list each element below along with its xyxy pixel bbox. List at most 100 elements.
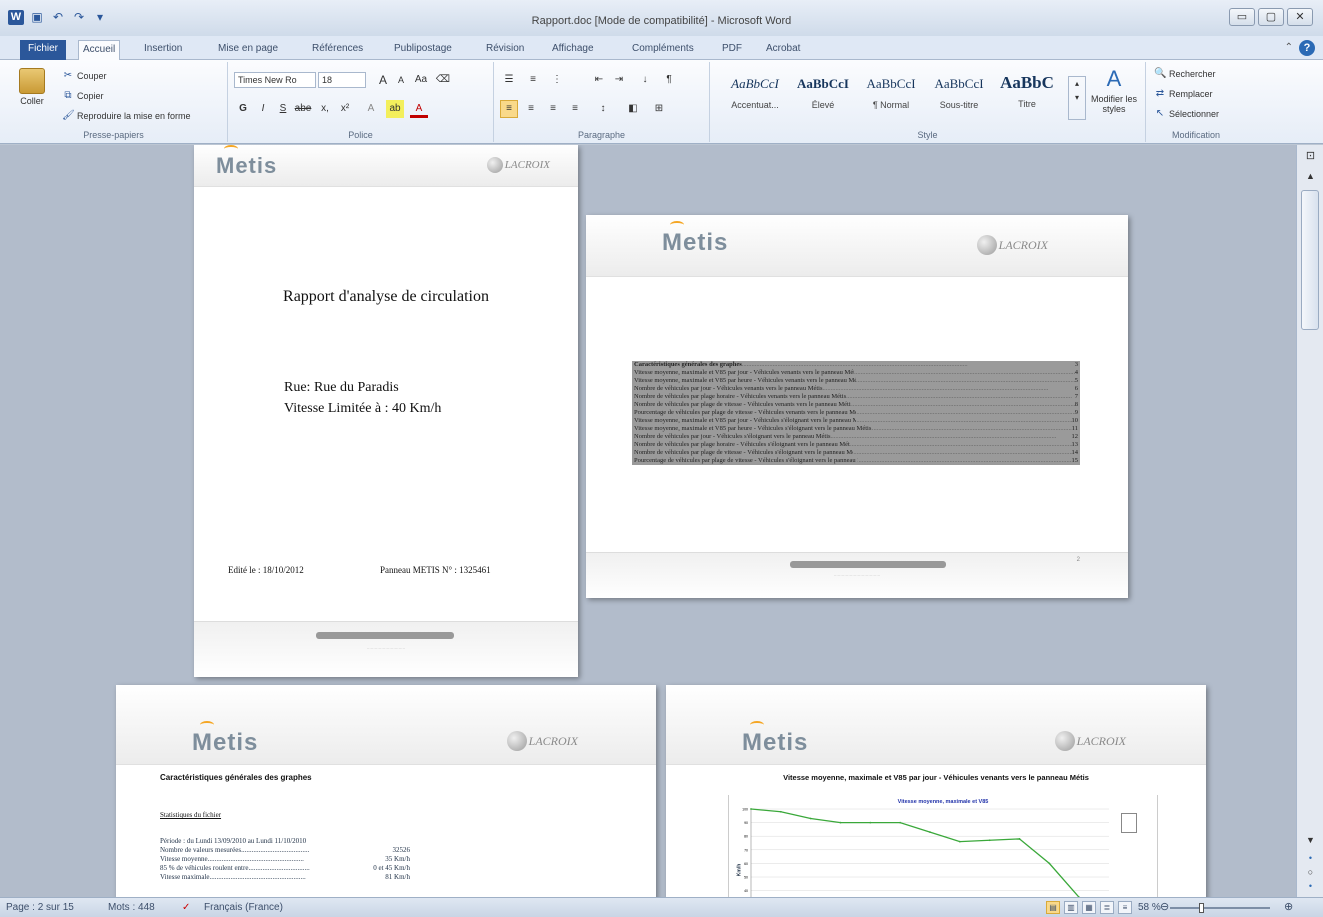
scroll-down-arrow[interactable]: ▼ [1297, 835, 1323, 845]
borders-icon[interactable]: ⊞ [650, 100, 668, 118]
text-effects-button[interactable]: A [362, 100, 380, 118]
zoom-out-icon[interactable]: ⊖ [1160, 900, 1169, 913]
tab-mailings[interactable]: Publipostage [390, 40, 456, 60]
zoom-slider[interactable] [1170, 903, 1270, 913]
tab-review[interactable]: Révision [482, 40, 528, 60]
help-icon[interactable]: ? [1299, 40, 1315, 56]
show-marks-icon[interactable]: ¶ [660, 71, 678, 89]
toc-entry[interactable]: Nombre de véhicules par jour - Véhicules… [632, 385, 1080, 393]
subscript-button[interactable]: x, [316, 100, 334, 118]
lacroix-logo: LACROIX [486, 157, 550, 173]
proofing-icon[interactable]: ✓ [182, 902, 190, 913]
grow-font-button[interactable]: A [374, 71, 392, 89]
zoom-slider-knob[interactable] [1198, 903, 1204, 913]
style-normal[interactable]: AaBbCcI ¶ Normal [858, 70, 924, 118]
italic-button[interactable]: I [254, 100, 272, 118]
web-layout-view-icon[interactable]: ▦ [1082, 901, 1096, 914]
tab-page-layout[interactable]: Mise en page [214, 40, 282, 60]
toc-entry[interactable]: Nombre de véhicules par jour - Véhicules… [632, 433, 1080, 441]
previous-page-icon[interactable]: • [1297, 853, 1323, 863]
change-styles-button[interactable]: A Modifier les styles [1086, 66, 1142, 114]
font-name-dropdown[interactable]: Times New Ro [234, 72, 316, 88]
align-center-icon[interactable]: ≡ [522, 100, 540, 118]
next-page-icon[interactable]: • [1297, 881, 1323, 891]
word-count[interactable]: Mots : 448 [108, 902, 155, 913]
page-3[interactable]: Metis LACROIX Caractéristiques générales… [116, 685, 656, 897]
numbering-icon[interactable]: ≡ [524, 71, 542, 89]
toc-entry[interactable]: Vitesse moyenne, maximale et V85 par heu… [632, 377, 1080, 385]
minimize-button[interactable]: ▭ [1229, 8, 1255, 26]
underline-button[interactable]: S [274, 100, 292, 118]
toc-entry[interactable]: Caractéristiques générales des graphes..… [632, 361, 1080, 369]
shrink-font-button[interactable]: A [392, 71, 410, 89]
toc-entry[interactable]: Vitesse moyenne, maximale et V85 par heu… [632, 425, 1080, 433]
tab-file[interactable]: Fichier [20, 40, 67, 60]
toc-entry[interactable]: Vitesse moyenne, maximale et V85 par jou… [632, 369, 1080, 377]
style-subtitle[interactable]: AaBbCcI Sous-titre [926, 70, 992, 118]
paste-button[interactable]: Coller [12, 68, 52, 106]
font-size-dropdown[interactable]: 18 [318, 72, 366, 88]
strikethrough-button[interactable]: abe [294, 100, 312, 118]
font-color-button[interactable]: A [410, 100, 428, 118]
style-eleve[interactable]: AaBbCcI Élevé [790, 70, 856, 118]
cut-button[interactable]: ✂ Couper [62, 70, 107, 82]
toc-entry[interactable]: Nombre de véhicules par plage de vitesse… [632, 401, 1080, 409]
replace-button[interactable]: ⇄ Remplacer [1154, 88, 1213, 100]
page-1[interactable]: Metis LACROIX Rapport d'analyse de circu… [194, 145, 578, 677]
style-accentuation[interactable]: AaBbCcI Accentuat... [722, 70, 788, 118]
line-spacing-icon[interactable]: ↕ [594, 100, 612, 118]
toc-entry[interactable]: Nombre de véhicules par plage horaire - … [632, 441, 1080, 449]
zoom-in-icon[interactable]: ⊕ [1284, 900, 1293, 913]
change-case-button[interactable]: Aa [412, 71, 430, 89]
toc-entry[interactable]: Nombre de véhicules par plage horaire - … [632, 393, 1080, 401]
browse-object-icon[interactable]: ○ [1297, 867, 1323, 877]
style-title[interactable]: AaBbC Titre [994, 70, 1060, 118]
toc-entry[interactable]: Vitesse moyenne, maximale et V85 par jou… [632, 417, 1080, 425]
toc-entry[interactable]: Pourcentage de véhicules par plage de vi… [632, 409, 1080, 417]
vertical-scrollbar[interactable]: ⊡ ▲ ▼ • ○ • [1296, 145, 1323, 897]
justify-icon[interactable]: ≡ [566, 100, 584, 118]
tab-home[interactable]: Accueil [78, 40, 121, 61]
page-4[interactable]: Metis LACROIX Vitesse moyenne, maximale … [666, 685, 1206, 897]
bold-button[interactable]: G [234, 100, 252, 118]
highlight-button[interactable]: ab [386, 100, 404, 118]
decrease-indent-icon[interactable]: ⇤ [590, 71, 608, 89]
sort-icon[interactable]: ↓ [636, 71, 654, 89]
scroll-thumb[interactable] [1301, 190, 1319, 330]
language[interactable]: Français (France) [204, 902, 283, 913]
copy-button[interactable]: ⧉ Copier [62, 90, 103, 102]
tab-insert[interactable]: Insertion [140, 40, 186, 60]
page-count[interactable]: Page : 2 sur 15 [6, 902, 74, 913]
tab-acrobat[interactable]: Acrobat [762, 40, 804, 60]
select-button[interactable]: ↖ Sélectionner [1154, 108, 1219, 120]
multilevel-list-icon[interactable]: ⋮ [548, 71, 566, 89]
maximize-button[interactable]: ▢ [1258, 8, 1284, 26]
align-left-icon[interactable]: ≡ [500, 100, 518, 118]
bullets-icon[interactable]: ☰ [500, 71, 518, 89]
increase-indent-icon[interactable]: ⇥ [610, 71, 628, 89]
outline-view-icon[interactable]: ≣ [1100, 901, 1114, 914]
document-area[interactable]: Metis LACROIX Rapport d'analyse de circu… [0, 145, 1296, 897]
close-button[interactable]: ✕ [1287, 8, 1313, 26]
find-button[interactable]: 🔍 Rechercher [1154, 68, 1216, 80]
page-2[interactable]: Metis LACROIX Caractéristiques générales… [586, 215, 1128, 598]
tab-pdf[interactable]: PDF [718, 40, 746, 60]
zoom-level[interactable]: 58 % [1138, 902, 1161, 913]
tab-view[interactable]: Affichage [548, 40, 598, 60]
shading-icon[interactable]: ◧ [624, 100, 642, 118]
superscript-button[interactable]: x² [336, 100, 354, 118]
tab-references[interactable]: Références [308, 40, 367, 60]
format-painter-button[interactable]: 🖌 Reproduire la mise en forme [62, 110, 191, 122]
print-layout-view-icon[interactable]: ▤ [1046, 901, 1060, 914]
minimize-ribbon-icon[interactable]: ⌃ [1285, 42, 1293, 53]
full-screen-view-icon[interactable]: ▥ [1064, 901, 1078, 914]
styles-gallery-more[interactable]: ▴ ▾ [1068, 76, 1086, 120]
scroll-up-arrow[interactable]: ▲ [1297, 171, 1323, 181]
toc-entry[interactable]: Pourcentage de véhicules par plage de vi… [632, 457, 1080, 465]
tab-addins[interactable]: Compléments [628, 40, 698, 60]
clear-format-button[interactable]: ⌫ [434, 71, 452, 89]
draft-view-icon[interactable]: ≡ [1118, 901, 1132, 914]
toc-entry[interactable]: Nombre de véhicules par plage de vitesse… [632, 449, 1080, 457]
ruler-toggle-icon[interactable]: ⊡ [1297, 149, 1323, 162]
align-right-icon[interactable]: ≡ [544, 100, 562, 118]
